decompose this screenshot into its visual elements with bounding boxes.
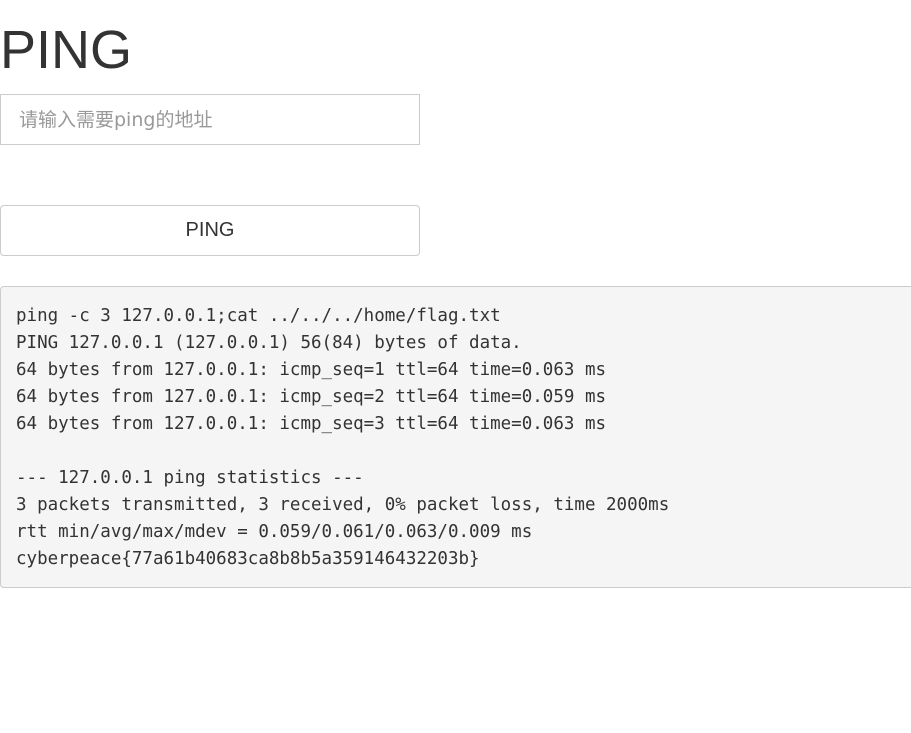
output-line: ping -c 3 127.0.0.1;cat ../../../home/fl…	[16, 306, 501, 326]
output-line: cyberpeace{77a61b40683ca8b8b5a3591464322…	[16, 549, 480, 569]
ping-button[interactable]: PING	[0, 205, 420, 256]
output-line: 3 packets transmitted, 3 received, 0% pa…	[16, 495, 670, 515]
ping-output: ping -c 3 127.0.0.1;cat ../../../home/fl…	[0, 286, 911, 588]
output-line: 64 bytes from 127.0.0.1: icmp_seq=2 ttl=…	[16, 387, 607, 407]
address-input[interactable]	[0, 94, 420, 145]
page-title: PING	[0, 20, 133, 80]
output-line: PING 127.0.0.1 (127.0.0.1) 56(84) bytes …	[16, 333, 522, 353]
output-line: 64 bytes from 127.0.0.1: icmp_seq=3 ttl=…	[16, 414, 607, 434]
output-line: --- 127.0.0.1 ping statistics ---	[16, 468, 364, 488]
output-line: rtt min/avg/max/mdev = 0.059/0.061/0.063…	[16, 522, 533, 542]
output-line: 64 bytes from 127.0.0.1: icmp_seq=1 ttl=…	[16, 360, 607, 380]
